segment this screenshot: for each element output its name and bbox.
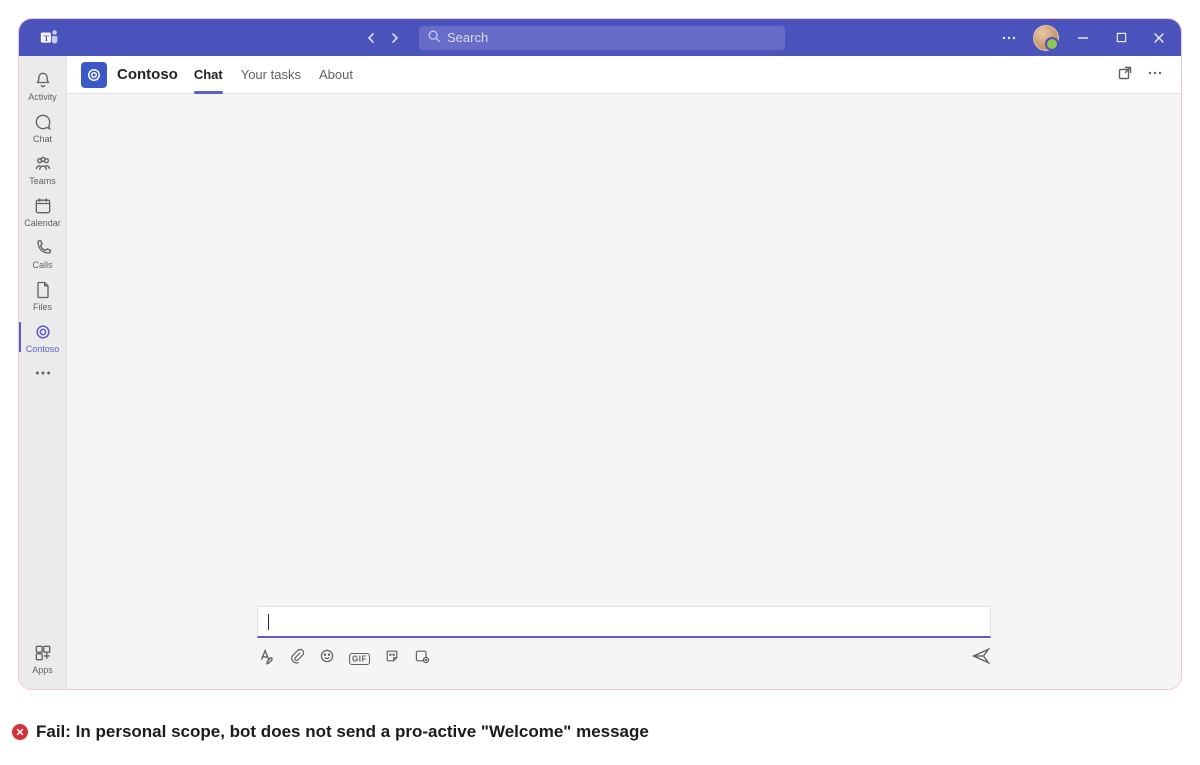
- message-input[interactable]: [257, 606, 991, 638]
- main-area: Contoso Chat Your tasks About: [67, 56, 1181, 689]
- chat-empty-area: [67, 94, 1181, 596]
- extensions-button[interactable]: [414, 648, 430, 667]
- nav-arrows: [361, 28, 405, 48]
- rail-activity-label: Activity: [28, 92, 57, 102]
- popout-button[interactable]: [1117, 65, 1133, 84]
- svg-text:T: T: [44, 33, 50, 42]
- more-button[interactable]: [995, 24, 1023, 52]
- text-cursor: [268, 614, 269, 630]
- fail-icon: [12, 724, 28, 740]
- rail-contoso[interactable]: Contoso: [19, 316, 67, 358]
- tab-your-tasks-label: Your tasks: [241, 67, 301, 82]
- body: Activity Chat Teams Calendar Calls Files: [19, 56, 1181, 689]
- rail-calls-label: Calls: [32, 260, 52, 270]
- caption-text: Fail: In personal scope, bot does not se…: [36, 722, 649, 742]
- app-header-actions: [1117, 65, 1163, 84]
- rail-files[interactable]: Files: [19, 274, 67, 316]
- nav-back-button[interactable]: [361, 28, 381, 48]
- rail-calendar[interactable]: Calendar: [19, 190, 67, 232]
- tab-chat-label: Chat: [194, 67, 223, 82]
- nav-forward-button[interactable]: [385, 28, 405, 48]
- teams-window: T: [18, 18, 1182, 690]
- composer-area: GIF: [67, 596, 1181, 689]
- send-button[interactable]: [971, 646, 991, 669]
- rail-calls[interactable]: Calls: [19, 232, 67, 274]
- search-wrap: [419, 26, 785, 50]
- rail-more-button[interactable]: [34, 364, 52, 385]
- titlebar-right: [995, 24, 1173, 52]
- rail-contoso-label: Contoso: [26, 344, 60, 354]
- gif-button[interactable]: GIF: [349, 651, 370, 665]
- window-minimize-button[interactable]: [1069, 24, 1097, 52]
- rail-activity[interactable]: Activity: [19, 64, 67, 106]
- app-tile-icon: [81, 62, 107, 88]
- tab-about[interactable]: About: [319, 56, 353, 93]
- rail-apps-label: Apps: [32, 665, 53, 675]
- window-maximize-button[interactable]: [1107, 24, 1135, 52]
- rail-teams-label: Teams: [29, 176, 56, 186]
- search-input[interactable]: [447, 30, 777, 45]
- app-title: Contoso: [117, 66, 178, 83]
- emoji-button[interactable]: [319, 648, 335, 667]
- search-box[interactable]: [419, 26, 785, 50]
- rail-calendar-label: Calendar: [24, 218, 61, 228]
- window-close-button[interactable]: [1145, 24, 1173, 52]
- teams-logo-icon: T: [39, 27, 61, 49]
- header-more-button[interactable]: [1147, 65, 1163, 84]
- gif-icon: GIF: [349, 653, 370, 665]
- tab-chat[interactable]: Chat: [194, 56, 223, 93]
- sticker-button[interactable]: [384, 648, 400, 667]
- user-avatar[interactable]: [1033, 25, 1059, 51]
- rail-apps[interactable]: Apps: [19, 637, 67, 679]
- rail-files-label: Files: [33, 302, 52, 312]
- rail-chat-label: Chat: [33, 134, 52, 144]
- validation-caption: Fail: In personal scope, bot does not se…: [0, 708, 1200, 742]
- composer-toolbar: GIF: [257, 646, 991, 669]
- format-button[interactable]: [257, 647, 275, 668]
- tab-about-label: About: [319, 67, 353, 82]
- app-header: Contoso Chat Your tasks About: [67, 56, 1181, 94]
- tab-your-tasks[interactable]: Your tasks: [241, 56, 301, 93]
- rail-teams[interactable]: Teams: [19, 148, 67, 190]
- search-icon: [427, 29, 441, 46]
- rail-chat[interactable]: Chat: [19, 106, 67, 148]
- app-tabs: Chat Your tasks About: [194, 56, 353, 93]
- attach-button[interactable]: [289, 648, 305, 667]
- left-rail: Activity Chat Teams Calendar Calls Files: [19, 56, 67, 689]
- titlebar: T: [19, 19, 1181, 56]
